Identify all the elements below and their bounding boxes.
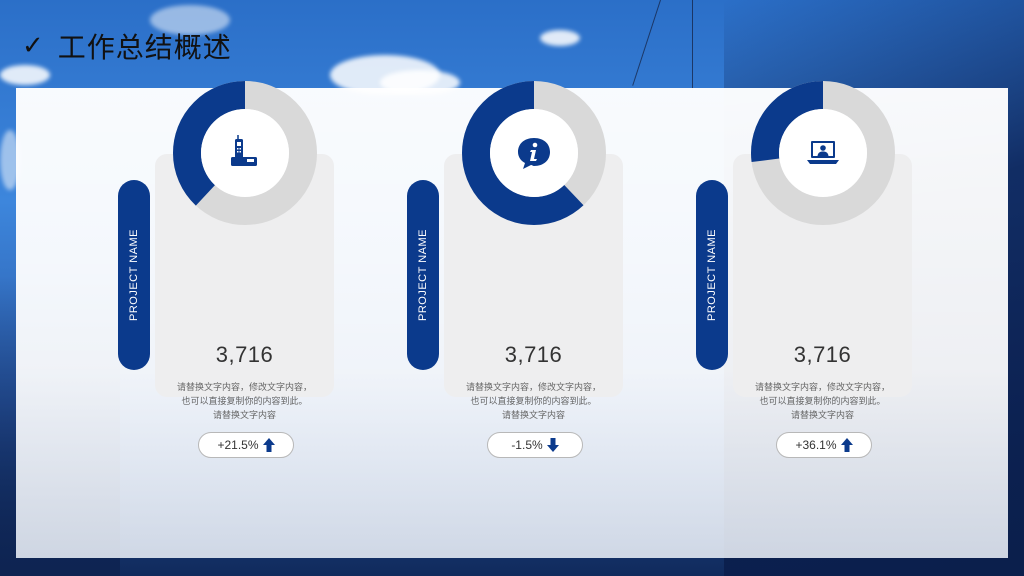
description-text: 请替换文字内容，修改文字内容， 也可以直接复制你的内容到此。 请替换文字内容: [155, 381, 334, 423]
project-name-pill: PROJECT NAME: [407, 180, 439, 370]
change-badge: -1.5%: [487, 432, 583, 458]
checkmark-icon: ✓: [22, 31, 44, 61]
description-line: 也可以直接复制你的内容到此。: [759, 397, 886, 407]
progress-donut: [172, 80, 318, 226]
project-card-group: PROJECT NAME 3,716 请替换文字内容，修改文字内容， 也可以直接…: [407, 0, 637, 500]
description-line: 也可以直接复制你的内容到此。: [470, 397, 597, 407]
change-value: +36.1%: [795, 438, 837, 452]
change-value: -1.5%: [511, 438, 543, 452]
arrow-down-icon: [546, 438, 559, 452]
laptop-user-icon: [803, 133, 843, 173]
description-line: 请替换文字内容: [790, 411, 854, 421]
arrow-up-icon: [262, 438, 275, 452]
description-text: 请替换文字内容，修改文字内容， 也可以直接复制你的内容到此。 请替换文字内容: [733, 381, 912, 423]
change-badge: +36.1%: [776, 432, 872, 458]
project-card-group: PROJECT NAME 3,716 请替换文字内容，修改文字内容， 也可以直接…: [696, 0, 926, 500]
description-line: 请替换文字内容: [212, 411, 276, 421]
progress-donut: [461, 80, 607, 226]
description-text: 请替换文字内容，修改文字内容， 也可以直接复制你的内容到此。 请替换文字内容: [444, 381, 623, 423]
description-line: 请替换文字内容: [501, 411, 565, 421]
project-name-pill: PROJECT NAME: [118, 180, 150, 370]
progress-donut: [750, 80, 896, 226]
cordless-phone-icon: [225, 133, 265, 173]
description-line: 请替换文字内容，修改文字内容，: [465, 383, 601, 393]
change-value: +21.5%: [217, 438, 259, 452]
project-name-label: PROJECT NAME: [417, 229, 430, 321]
description-line: 请替换文字内容，修改文字内容，: [754, 383, 890, 393]
info-chat-icon: [514, 133, 554, 173]
metric-value: 3,716: [793, 342, 852, 367]
project-name-label: PROJECT NAME: [128, 229, 141, 321]
description-line: 请替换文字内容，修改文字内容，: [176, 383, 312, 393]
metric-value: 3,716: [504, 342, 563, 367]
change-badge: +21.5%: [198, 432, 294, 458]
arrow-up-icon: [840, 438, 853, 452]
metric-value: 3,716: [215, 342, 274, 367]
project-name-label: PROJECT NAME: [706, 229, 719, 321]
project-card-group: PROJECT NAME 3,716 请替换文字内容，修改文字内容， 也可以直接…: [118, 0, 348, 500]
description-line: 也可以直接复制你的内容到此。: [181, 397, 308, 407]
project-name-pill: PROJECT NAME: [696, 180, 728, 370]
